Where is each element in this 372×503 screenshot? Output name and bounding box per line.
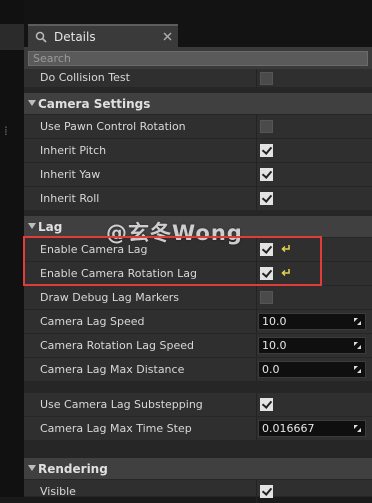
column-divider [256,115,257,138]
property-row: Use Pawn Control Rotation [24,115,372,139]
property-label: Do Collision Test [40,71,130,84]
property-label: Camera Lag Max Time Step [40,422,192,435]
category-camera-settings[interactable]: Camera Settings [24,93,372,115]
tab-bar: Details [24,0,372,47]
camera-lag-max-time-step-input[interactable]: 0.016667 [258,420,366,437]
number-value: 0.016667 [262,422,315,435]
drag-handle-icon[interactable] [353,341,362,350]
inherit-pitch-checkbox[interactable] [260,144,273,157]
drag-handle-icon[interactable] [353,424,362,433]
use-pawn-control-rotation-checkbox[interactable] [260,120,273,133]
property-label: Draw Debug Lag Markers [40,291,179,304]
draw-debug-lag-markers-checkbox[interactable] [260,291,273,304]
property-row: Draw Debug Lag Markers [24,286,372,310]
property-row: Use Camera Lag Substepping [24,393,372,417]
property-label: Use Camera Lag Substepping [40,398,203,411]
column-divider [256,480,257,503]
property-row: Camera Rotation Lag Speed 10.0 [24,334,372,358]
number-value: 0.0 [262,363,280,376]
category-title: Rendering [38,462,108,476]
category-title: Camera Settings [38,97,151,111]
property-label: Use Pawn Control Rotation [40,120,186,133]
tab-label: Details [54,29,96,44]
close-icon[interactable] [162,31,172,41]
column-divider [256,163,257,186]
property-label: Camera Rotation Lag Speed [40,339,194,352]
number-value: 10.0 [262,339,287,352]
left-panel-tab[interactable] [0,24,25,50]
column-divider [256,358,257,381]
inherit-roll-checkbox[interactable] [260,192,273,205]
property-row: Do Collision Test [24,69,372,88]
left-panel-edge: ⁞ [0,0,25,497]
property-row: Inherit Pitch [24,139,372,163]
search-bar [24,47,372,69]
left-panel-marker: ⁞ [4,124,8,138]
property-row: Inherit Yaw [24,163,372,187]
column-divider [256,187,257,210]
property-label: Inherit Roll [40,192,100,205]
property-label: Inherit Pitch [40,144,107,157]
tab-details[interactable]: Details [28,24,178,47]
property-label: Camera Lag Speed [40,315,145,328]
drag-handle-icon[interactable] [353,365,362,374]
property-row: Camera Lag Speed 10.0 [24,310,372,334]
chevron-down-icon [28,223,36,229]
column-divider [256,334,257,357]
column-divider [256,286,257,309]
chevron-down-icon [28,100,36,106]
drag-handle-icon[interactable] [353,317,362,326]
highlight-box [23,236,322,286]
column-divider [256,393,257,416]
camera-lag-speed-input[interactable]: 10.0 [258,313,366,330]
category-rendering[interactable]: Rendering [24,458,372,480]
chevron-down-icon [28,465,36,471]
column-divider [256,310,257,333]
camera-lag-max-distance-input[interactable]: 0.0 [258,361,366,378]
do-collision-test-checkbox[interactable] [260,72,273,85]
camera-rotation-lag-speed-input[interactable]: 10.0 [258,337,366,354]
column-divider [256,69,257,87]
inherit-yaw-checkbox[interactable] [260,168,273,181]
property-row: Camera Lag Max Distance 0.0 [24,358,372,382]
search-icon [34,30,48,44]
property-label: Camera Lag Max Distance [40,363,185,376]
advanced-gap [24,382,372,393]
visible-checkbox[interactable] [260,485,273,498]
section-gap [24,441,372,458]
column-divider [256,417,257,440]
search-input[interactable] [28,51,368,66]
use-camera-lag-substepping-checkbox[interactable] [260,398,273,411]
property-row: Visible [24,480,372,503]
property-row: Camera Lag Max Time Step 0.016667 [24,417,372,441]
number-value: 10.0 [262,315,287,328]
property-row: Inherit Roll [24,187,372,211]
column-divider [256,139,257,162]
property-label: Visible [40,485,76,498]
category-title: Lag [38,220,63,234]
property-label: Inherit Yaw [40,168,101,181]
